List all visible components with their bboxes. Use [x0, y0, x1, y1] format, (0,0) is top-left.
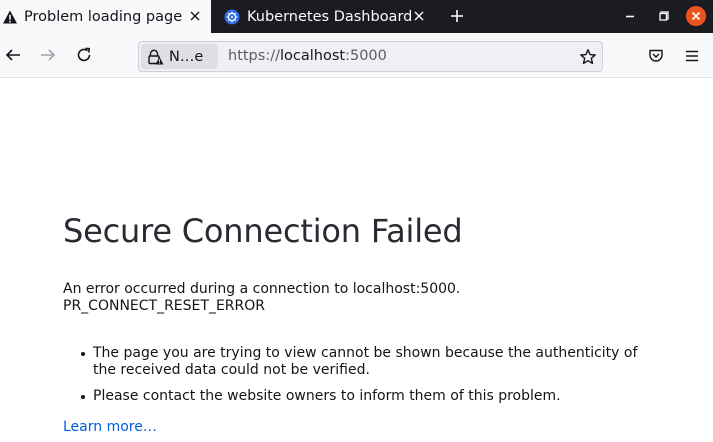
kubernetes-icon — [224, 9, 240, 24]
bookmark-star-icon[interactable] — [579, 48, 597, 66]
error-page: Secure Connection Failed An error occurr… — [0, 78, 713, 442]
navigation-toolbar: N…e https://localhost:5000 — [0, 33, 713, 78]
error-title: Secure Connection Failed — [63, 212, 463, 250]
error-message: An error occurred during a connection to… — [63, 281, 460, 315]
error-code: PR_CONNECT_RESET_ERROR — [63, 298, 265, 314]
url-port: :5000 — [345, 48, 387, 64]
insecure-lock-icon — [148, 49, 164, 64]
restore-window-icon[interactable] — [654, 6, 674, 26]
list-item: The page you are trying to view cannot b… — [81, 345, 653, 379]
reload-icon[interactable] — [75, 46, 93, 64]
list-item-text: Please contact the website owners to inf… — [93, 388, 561, 404]
tab-problem-loading-page[interactable]: Problem loading page — [0, 0, 211, 33]
error-details-list: The page you are trying to view cannot b… — [81, 345, 653, 405]
minimize-window-icon[interactable] — [620, 6, 640, 26]
site-identity-button[interactable]: N…e — [141, 44, 218, 69]
close-tab-icon[interactable] — [411, 8, 427, 24]
tab-label: Problem loading page — [24, 8, 183, 25]
url-text[interactable]: https://localhost:5000 — [228, 48, 387, 64]
back-arrow-icon[interactable] — [4, 46, 22, 64]
tab-strip: Problem loading page Kubernetes Dashboar… — [0, 0, 713, 33]
list-item-text: The page you are trying to view cannot b… — [93, 345, 638, 378]
new-tab-icon[interactable] — [448, 7, 466, 25]
url-scheme: https:// — [228, 48, 280, 64]
identity-label: N…e — [169, 48, 204, 65]
bullet-dot — [81, 395, 85, 399]
error-description: An error occurred during a connection to… — [63, 281, 461, 297]
close-window-icon[interactable] — [686, 6, 706, 26]
pocket-icon[interactable] — [647, 47, 665, 65]
learn-more-link[interactable]: Learn more… — [63, 419, 157, 435]
warning-icon — [3, 10, 17, 23]
url-host: localhost — [279, 48, 346, 64]
tab-label: Kubernetes Dashboard — [247, 8, 413, 25]
address-bar[interactable]: N…e https://localhost:5000 — [138, 41, 603, 72]
list-item: Please contact the website owners to inf… — [81, 388, 653, 405]
close-tab-icon[interactable] — [187, 8, 203, 24]
hamburger-menu-icon[interactable] — [683, 47, 701, 65]
tab-kubernetes-dashboard[interactable]: Kubernetes Dashboard — [211, 0, 439, 33]
forward-arrow-icon[interactable] — [39, 46, 57, 64]
bullet-dot — [81, 352, 85, 356]
